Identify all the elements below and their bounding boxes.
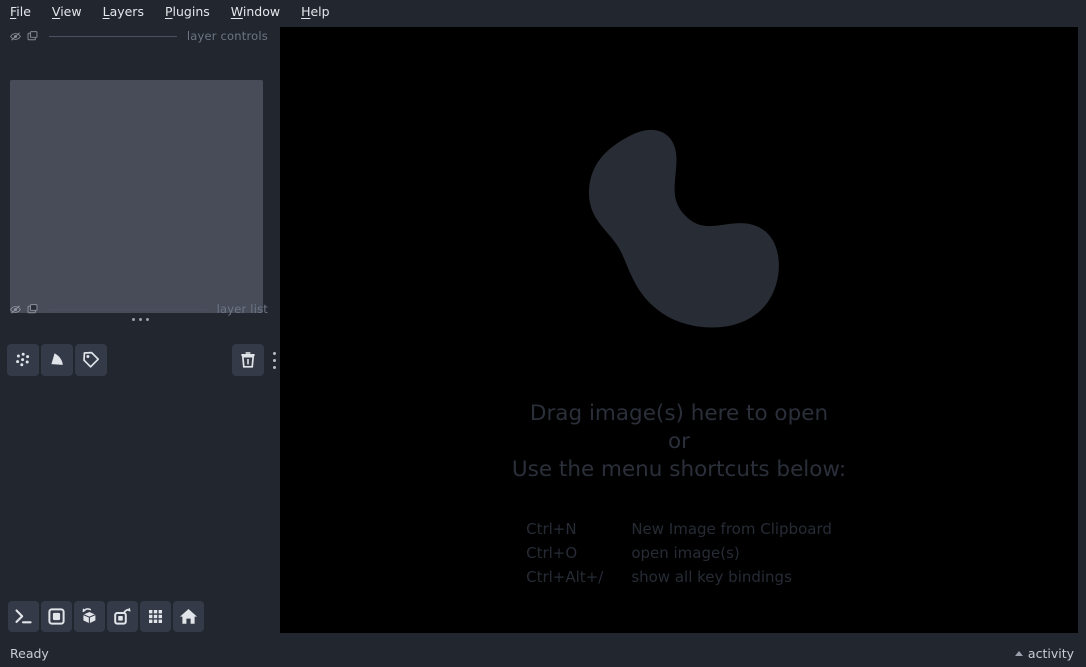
kebab-dot [272, 351, 276, 355]
left-sidebar: layer controls layer list [0, 24, 280, 640]
menu-item-window[interactable]: Window [231, 0, 280, 24]
reset-view-button[interactable] [173, 601, 204, 632]
welcome-message: Drag image(s) here to open or Use the me… [280, 400, 1078, 484]
welcome-line-3: Use the menu shortcuts below: [511, 457, 847, 482]
shortcut-description: New Image from Clipboard [631, 520, 832, 538]
cube-3d-icon [82, 608, 96, 624]
delete-layer-button[interactable] [232, 344, 264, 376]
status-bar: Ready activity [0, 640, 1086, 667]
menu-item-plugins-label: lugins [172, 4, 210, 19]
status-message: Ready [10, 646, 49, 661]
shortcut-key: Ctrl+Alt+/ [526, 568, 604, 586]
new-labels-layer-button[interactable] [75, 344, 107, 376]
shortcuts-list: Ctrl+N New Image from Clipboard Ctrl+O o… [295, 517, 1063, 589]
eye-slash-icon[interactable] [9, 30, 22, 43]
ndisplay-2d-button[interactable] [41, 601, 72, 632]
layer-list-header: layer list [0, 300, 280, 318]
layer-controls-label: layer controls [186, 29, 268, 43]
layer-buttons-row [0, 344, 280, 377]
viewer-canvas[interactable]: Drag image(s) here to open or Use the me… [280, 27, 1078, 633]
layer-controls-divider [49, 35, 177, 37]
eye-slash-icon[interactable] [9, 303, 22, 316]
roll-square-arrow-icon [114, 607, 131, 625]
activity-label: activity [1027, 646, 1074, 661]
home-icon [180, 609, 197, 624]
shortcut-key: Ctrl+O [526, 544, 578, 562]
console-button[interactable] [8, 601, 39, 632]
shortcut-row: Ctrl+Alt+/ show all key bindings [526, 565, 832, 589]
grid-icon [149, 610, 162, 623]
shortcut-description: open image(s) [631, 544, 740, 562]
caret-up-icon [1014, 651, 1023, 656]
menu-item-layers-label: ayers [109, 4, 144, 19]
napari-blob-logo [589, 129, 779, 328]
layer-controls-header: layer controls [0, 27, 280, 45]
menu-item-view[interactable]: View [52, 0, 82, 24]
menu-item-view-mnemonic: V [51, 4, 61, 19]
popout-window-icon[interactable] [26, 30, 39, 43]
menu-bar: File View Layers Plugins Window Help [0, 0, 1086, 24]
new-shapes-layer-button[interactable] [41, 344, 73, 376]
popout-window-icon[interactable] [26, 303, 39, 316]
terminal-icon [15, 609, 32, 624]
shortcut-row: Ctrl+N New Image from Clipboard [526, 517, 832, 541]
kebab-dot [272, 358, 276, 362]
activity-button[interactable]: activity [1014, 646, 1074, 661]
kebab-dot [272, 365, 276, 369]
menu-item-help-label: elp [310, 4, 330, 19]
square-2d-icon [48, 608, 65, 625]
menu-item-layers-mnemonic: L [102, 4, 110, 19]
shortcut-description: show all key bindings [631, 568, 792, 586]
new-points-layer-button[interactable] [7, 344, 39, 376]
layer-list-divider [49, 308, 207, 310]
menu-item-file-label: ile [16, 4, 31, 19]
menu-item-plugins-mnemonic: P [164, 4, 173, 19]
menu-item-plugins[interactable]: Plugins [165, 0, 210, 24]
roll-dimensions-button[interactable] [107, 601, 138, 632]
shortcut-row: Ctrl+O open image(s) [526, 541, 832, 565]
menu-item-window-label: indow [242, 4, 281, 19]
layer-controls-panel [10, 80, 263, 313]
menu-item-window-mnemonic: W [230, 4, 243, 19]
transpose-dimensions-button[interactable] [140, 601, 171, 632]
menu-item-layers[interactable]: Layers [103, 0, 144, 24]
shapes-icon [51, 353, 63, 365]
viewer-buttons-bar [8, 601, 204, 634]
welcome-line-1: Drag image(s) here to open [529, 401, 829, 426]
layer-list-overflow-menu[interactable] [268, 346, 280, 374]
shortcut-key: Ctrl+N [526, 520, 577, 538]
points-icon [16, 352, 30, 367]
napari-main-window: File View Layers Plugins Window Help lay… [0, 0, 1086, 667]
menu-item-file[interactable]: File [10, 0, 31, 24]
trash-icon [241, 352, 255, 368]
welcome-line-2: or [668, 429, 690, 454]
menu-item-view-label: iew [60, 4, 82, 19]
layer-list-label: layer list [216, 302, 268, 316]
labels-tag-icon [83, 351, 100, 368]
ndisplay-3d-button[interactable] [74, 601, 105, 632]
menu-item-help[interactable]: Help [301, 0, 330, 24]
